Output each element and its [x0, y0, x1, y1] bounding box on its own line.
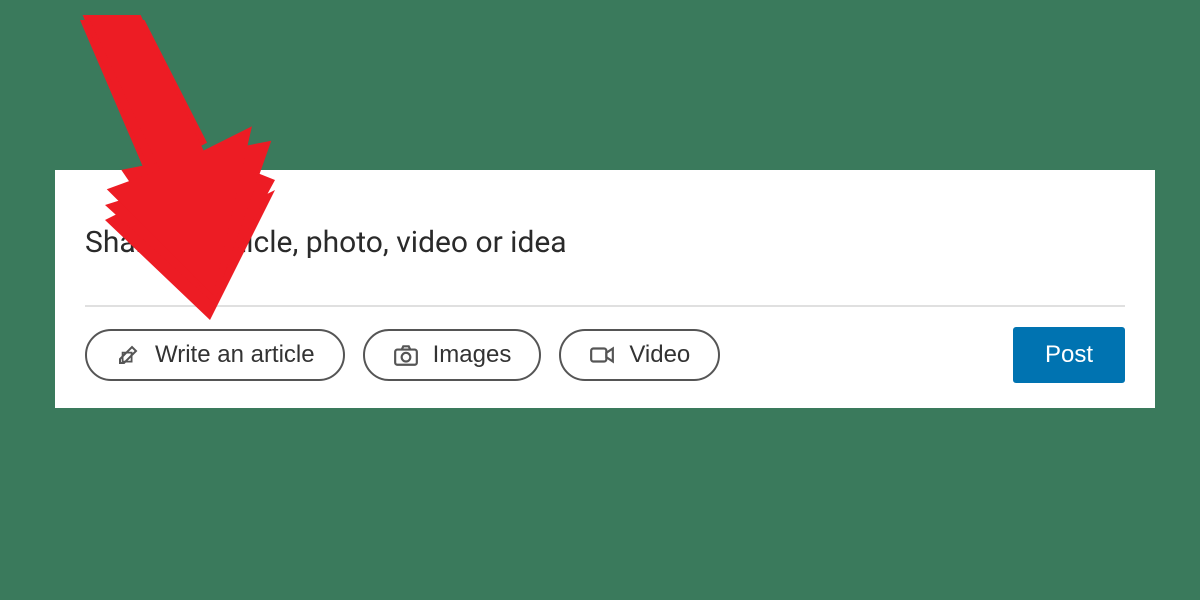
post-button[interactable]: Post [1013, 327, 1125, 383]
video-button[interactable]: Video [559, 329, 720, 381]
video-icon [589, 342, 615, 368]
video-label: Video [629, 341, 690, 369]
camera-icon [393, 342, 419, 368]
images-button[interactable]: Images [363, 329, 542, 381]
share-composer-card: Share an article, photo, video or idea W… [55, 170, 1155, 408]
images-label: Images [433, 341, 512, 369]
divider [85, 305, 1125, 307]
composer-action-row: Write an article Images Video P [85, 327, 1125, 383]
write-article-label: Write an article [155, 341, 315, 369]
share-prompt[interactable]: Share an article, photo, video or idea [85, 225, 1125, 260]
write-article-button[interactable]: Write an article [85, 329, 345, 381]
edit-icon [115, 342, 141, 368]
